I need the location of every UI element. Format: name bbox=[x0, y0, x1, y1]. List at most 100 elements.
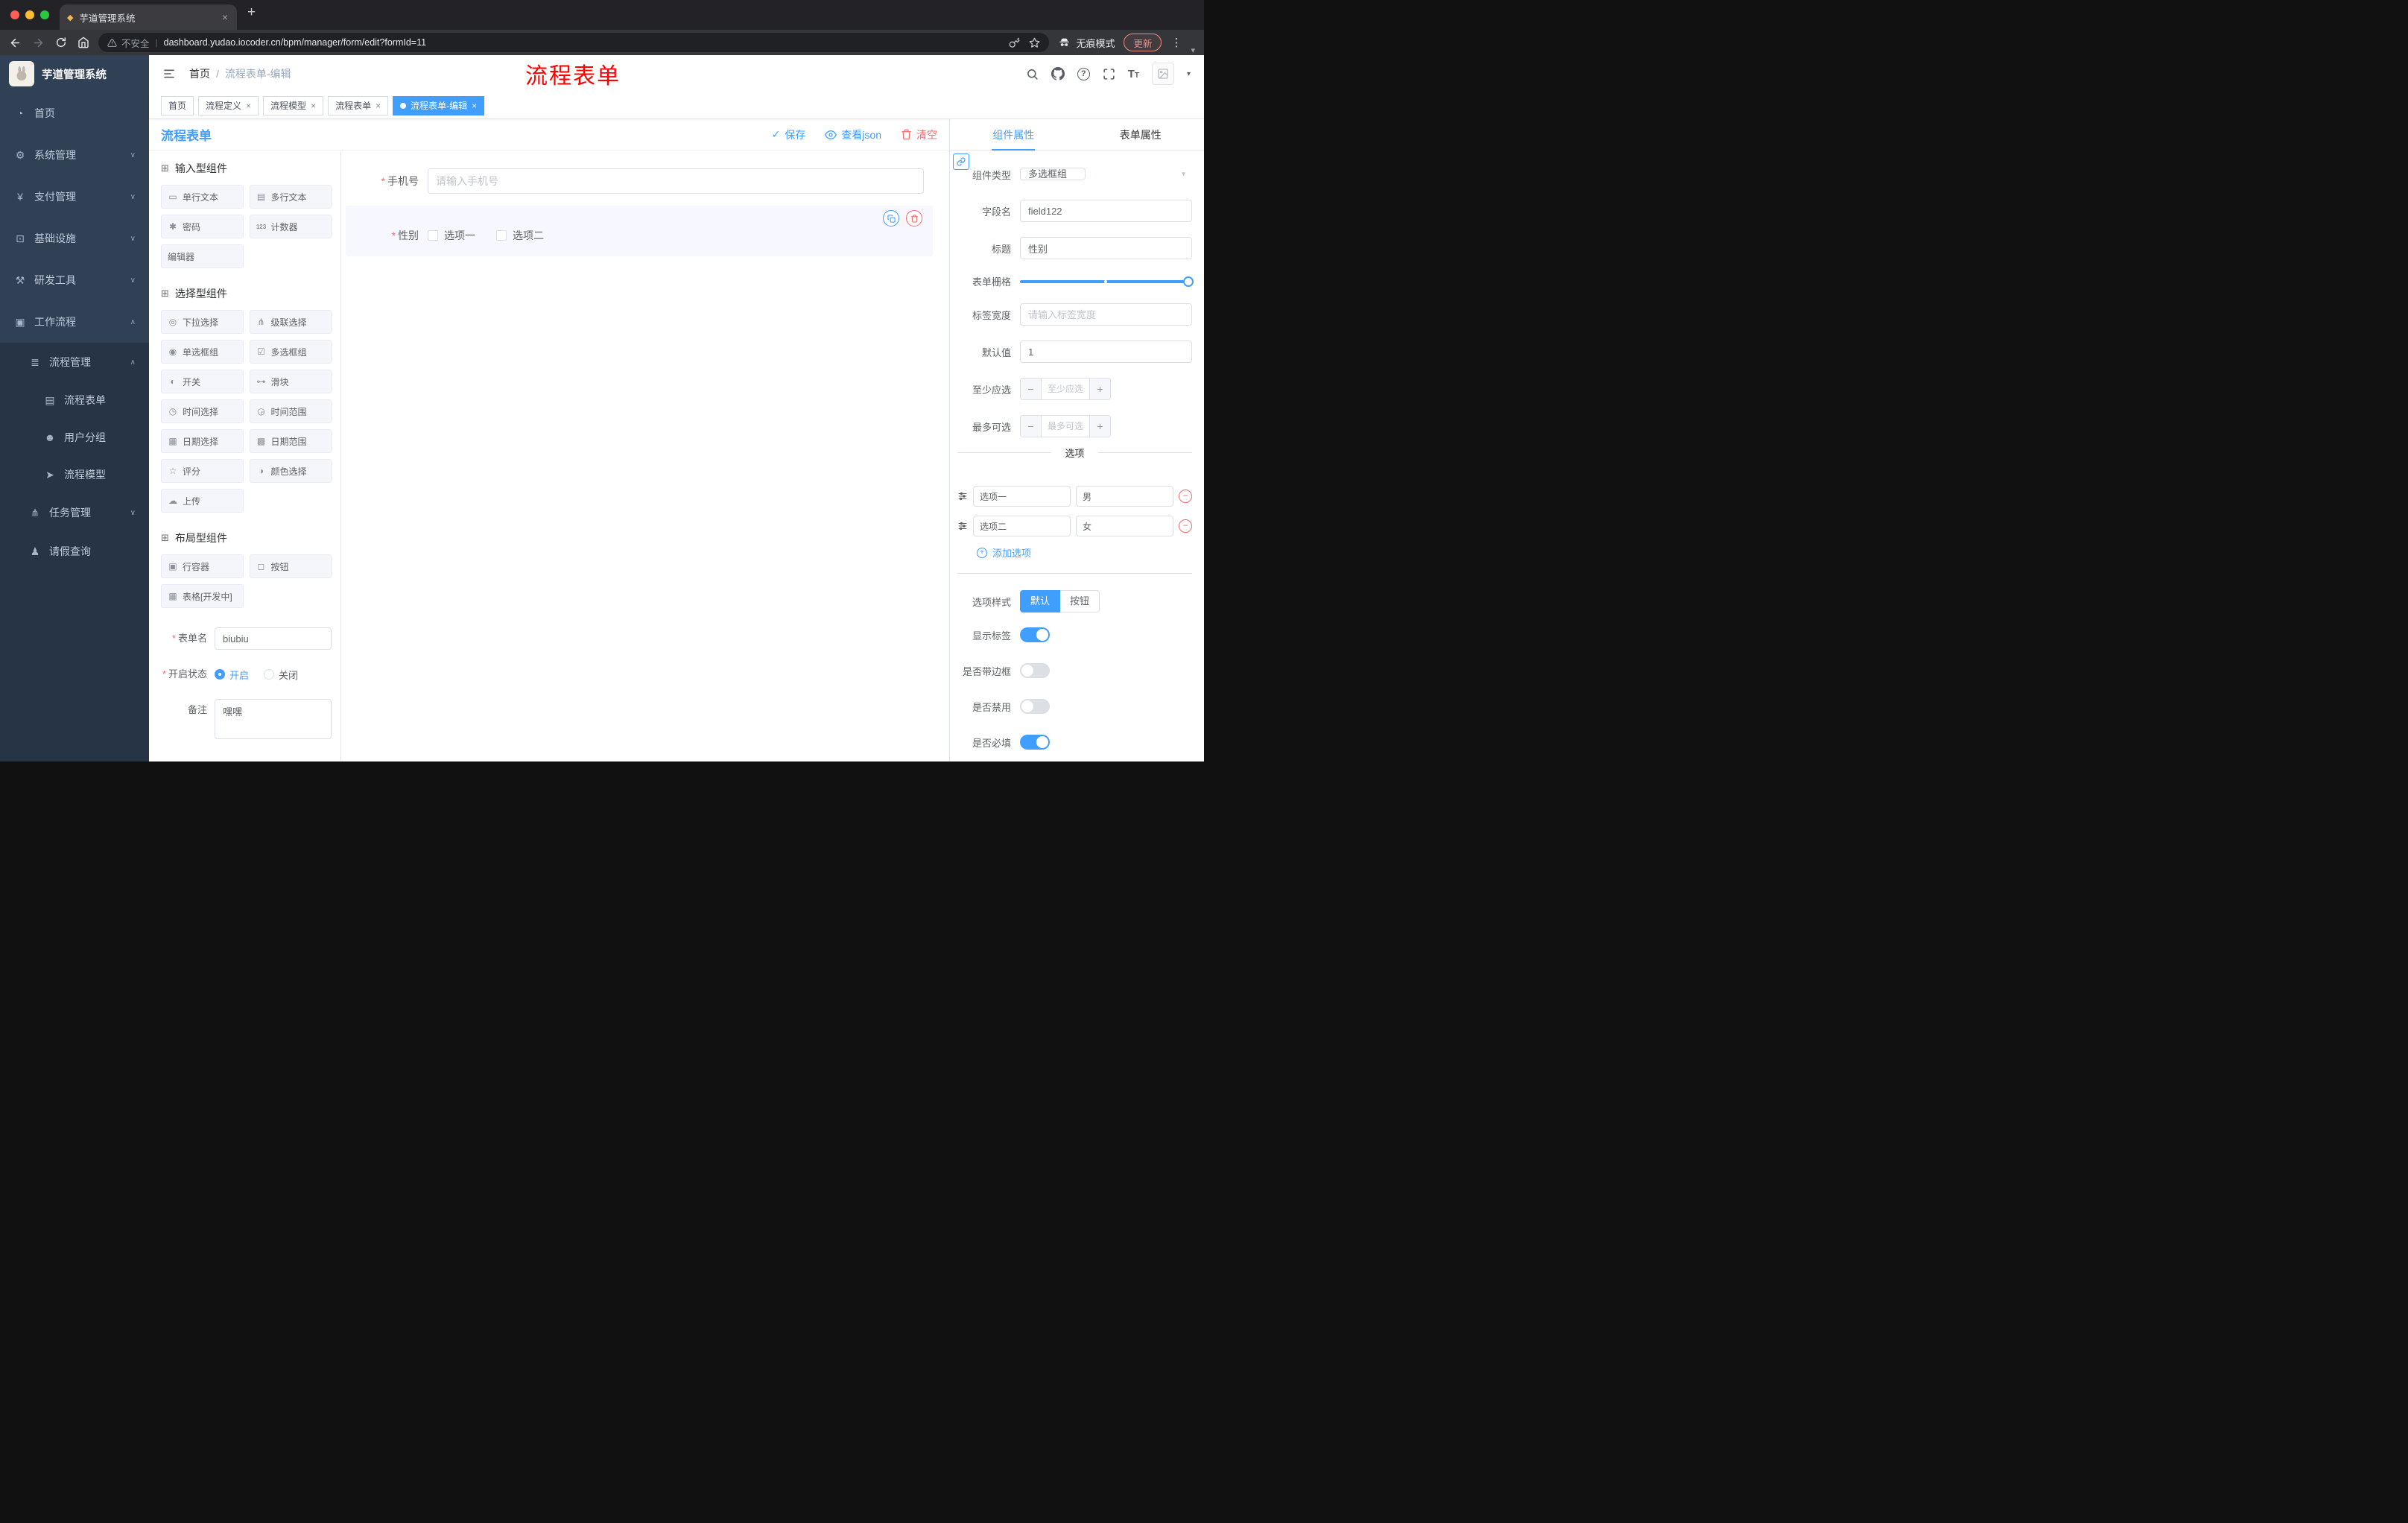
palette-item-upload[interactable]: ☁ 上传 bbox=[161, 489, 244, 513]
option-name-input[interactable] bbox=[973, 516, 1071, 536]
palette-item-button[interactable]: ◻ 按钮 bbox=[249, 554, 332, 578]
forward-icon[interactable] bbox=[32, 37, 45, 49]
sidebar-item-home[interactable]: ◔ 首页 bbox=[0, 92, 149, 134]
canvas-field-phone[interactable]: * 手机号 bbox=[346, 161, 933, 201]
chevron-down-icon[interactable]: ▾ bbox=[1191, 45, 1195, 55]
maximize-window-button[interactable] bbox=[40, 10, 49, 19]
decrease-icon[interactable]: − bbox=[1021, 416, 1042, 437]
fullscreen-icon[interactable] bbox=[1103, 68, 1115, 80]
palette-item-radio-group[interactable]: ◉ 单选框组 bbox=[161, 340, 244, 364]
max-select-stepper[interactable]: − 最多可选 + bbox=[1020, 415, 1111, 437]
drag-handle-icon[interactable] bbox=[957, 521, 968, 531]
avatar[interactable] bbox=[1151, 63, 1174, 85]
sidebar-item-user-group[interactable]: ☻ 用户分组 bbox=[0, 419, 149, 456]
collapse-sidebar-icon[interactable] bbox=[162, 68, 176, 80]
omnibox[interactable]: 不安全 | dashboard.yudao.iocoder.cn/bpm/man… bbox=[98, 33, 1050, 52]
copy-field-button[interactable] bbox=[883, 210, 899, 227]
font-size-icon[interactable]: TT bbox=[1128, 68, 1139, 80]
sidebar-item-task-management[interactable]: ⋔ 任务管理 ∨ bbox=[0, 493, 149, 532]
close-icon[interactable]: × bbox=[472, 101, 477, 111]
default-value-input[interactable] bbox=[1020, 341, 1192, 363]
sidebar-item-leave-query[interactable]: ♟ 请假查询 bbox=[0, 532, 149, 571]
browser-menu-icon[interactable]: ⋮ bbox=[1170, 36, 1182, 49]
close-icon[interactable]: × bbox=[376, 101, 381, 111]
url-text[interactable]: dashboard.yudao.iocoder.cn/bpm/manager/f… bbox=[164, 37, 1004, 48]
sidebar-item-system[interactable]: ⚙ 系统管理 ∨ bbox=[0, 134, 149, 176]
view-json-button[interactable]: 查看json bbox=[825, 127, 881, 142]
link-icon[interactable] bbox=[953, 153, 969, 170]
palette-item-date-picker[interactable]: ▦ 日期选择 bbox=[161, 429, 244, 453]
sidebar-item-process-management[interactable]: ≣ 流程管理 ∧ bbox=[0, 343, 149, 381]
canvas-field-gender[interactable]: * 性别 选项一 选项二 bbox=[346, 206, 933, 256]
palette-item-row-container[interactable]: ▣ 行容器 bbox=[161, 554, 244, 578]
checkbox-icon[interactable] bbox=[496, 230, 507, 241]
palette-item-textarea[interactable]: ▤ 多行文本 bbox=[249, 185, 332, 209]
tab-form-props[interactable]: 表单属性 bbox=[1077, 119, 1205, 150]
palette-item-text[interactable]: ▭ 单行文本 bbox=[161, 185, 244, 209]
checkbox-icon[interactable] bbox=[428, 230, 438, 241]
form-canvas[interactable]: * 手机号 请输入手机号 * 性别 选项一 选项二 bbox=[341, 151, 949, 762]
back-icon[interactable] bbox=[9, 37, 22, 49]
option-value-input[interactable] bbox=[1076, 486, 1173, 507]
help-icon[interactable]: ? bbox=[1077, 67, 1090, 80]
drag-handle-icon[interactable] bbox=[957, 491, 968, 501]
palette-item-switch[interactable]: ◐ 开关 bbox=[161, 370, 244, 393]
sidebar-item-workflow[interactable]: ▣ 工作流程 ∧ bbox=[0, 301, 149, 343]
palette-item-color-picker[interactable]: ◑ 颜色选择 bbox=[249, 459, 332, 483]
window-controls[interactable] bbox=[0, 10, 60, 19]
tag-process-form-edit[interactable]: 流程表单-编辑 × bbox=[393, 95, 485, 115]
style-default-button[interactable]: 默认 bbox=[1020, 590, 1061, 612]
checkbox-option-2[interactable]: 选项二 bbox=[496, 228, 544, 243]
palette-item-checkbox-group[interactable]: ☑ 多选框组 bbox=[249, 340, 332, 364]
palette-item-slider[interactable]: ⊶ 滑块 bbox=[249, 370, 332, 393]
min-select-stepper[interactable]: − 至少应选 + bbox=[1020, 378, 1111, 400]
status-on-label[interactable]: 开启 bbox=[229, 668, 249, 682]
palette-item-date-range[interactable]: ▩ 日期范围 bbox=[249, 429, 332, 453]
save-button[interactable]: ✓ 保存 bbox=[772, 127, 806, 142]
required-toggle[interactable] bbox=[1020, 735, 1050, 750]
sidebar-logo[interactable]: 芋道管理系统 bbox=[0, 55, 149, 92]
tab-component-props[interactable]: 组件属性 bbox=[950, 119, 1077, 150]
title-input[interactable] bbox=[1020, 237, 1192, 259]
close-tab-icon[interactable]: × bbox=[221, 11, 229, 23]
tag-process-definition[interactable]: 流程定义 × bbox=[198, 95, 259, 115]
slider-handle[interactable] bbox=[1183, 276, 1194, 287]
bookmark-star-icon[interactable] bbox=[1029, 37, 1040, 48]
breadcrumb-home[interactable]: 首页 bbox=[189, 66, 210, 81]
sidebar-item-process-form[interactable]: ▤ 流程表单 bbox=[0, 381, 149, 419]
reload-icon[interactable] bbox=[55, 37, 67, 48]
increase-icon[interactable]: + bbox=[1089, 416, 1110, 437]
close-icon[interactable]: × bbox=[246, 101, 251, 111]
min-select-value[interactable]: 至少应选 bbox=[1042, 379, 1089, 399]
palette-item-select[interactable]: ◎ 下拉选择 bbox=[161, 310, 244, 334]
close-window-button[interactable] bbox=[10, 10, 19, 19]
home-button-icon[interactable] bbox=[77, 37, 89, 48]
palette-item-time-range[interactable]: ◶ 时间范围 bbox=[249, 399, 332, 423]
radio-off-icon[interactable] bbox=[264, 669, 275, 680]
sidebar-item-payment[interactable]: ¥ 支付管理 ∨ bbox=[0, 176, 149, 218]
option-name-input[interactable] bbox=[973, 486, 1071, 507]
github-icon[interactable] bbox=[1051, 67, 1065, 80]
security-indicator[interactable]: 不安全 bbox=[107, 36, 150, 50]
clear-button[interactable]: 清空 bbox=[901, 127, 937, 142]
show-label-toggle[interactable] bbox=[1020, 627, 1050, 642]
remove-option-icon[interactable]: − bbox=[1179, 490, 1192, 503]
form-remark-textarea[interactable]: 嘿嘿 bbox=[215, 699, 332, 739]
tag-process-model[interactable]: 流程模型 × bbox=[263, 95, 324, 115]
phone-input[interactable] bbox=[428, 168, 924, 194]
style-button-button[interactable]: 按钮 bbox=[1060, 590, 1100, 612]
palette-item-rate[interactable]: ☆ 评分 bbox=[161, 459, 244, 483]
minimize-window-button[interactable] bbox=[25, 10, 34, 19]
status-off-label[interactable]: 关闭 bbox=[279, 668, 298, 682]
radio-on-icon[interactable] bbox=[215, 669, 225, 680]
delete-field-button[interactable] bbox=[906, 210, 922, 227]
label-width-input[interactable] bbox=[1020, 303, 1192, 326]
sidebar-item-infrastructure[interactable]: ⊡ 基础设施 ∨ bbox=[0, 218, 149, 259]
new-tab-button[interactable]: + bbox=[247, 4, 256, 21]
palette-item-password[interactable]: ✱ 密码 bbox=[161, 215, 244, 238]
component-type-select[interactable]: 多选框组 ▾ bbox=[1020, 164, 1192, 185]
search-icon[interactable] bbox=[1026, 68, 1039, 80]
remove-option-icon[interactable]: − bbox=[1179, 519, 1192, 533]
border-toggle[interactable] bbox=[1020, 663, 1050, 678]
tag-home[interactable]: 首页 bbox=[161, 95, 194, 115]
